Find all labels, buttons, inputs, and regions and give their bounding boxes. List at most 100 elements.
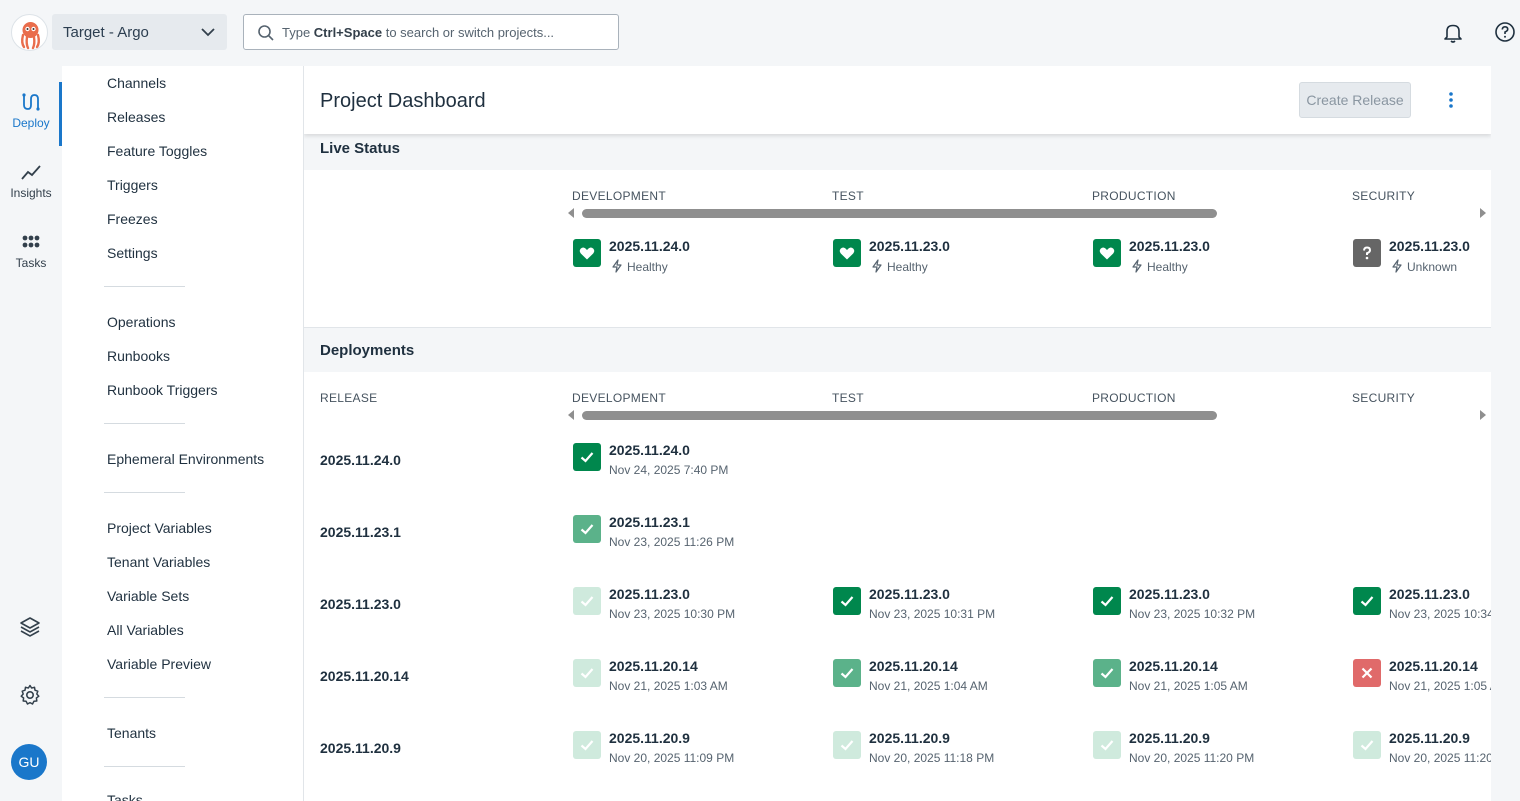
env-column-header: PRODUCTION <box>1092 391 1176 405</box>
insights-icon <box>0 162 62 182</box>
nav-tasks[interactable]: Tasks <box>0 232 62 270</box>
deployment-version[interactable]: 2025.11.23.0 <box>609 586 690 602</box>
avatar[interactable]: GU <box>11 744 47 780</box>
subnav-item-channels[interactable]: Channels <box>107 75 166 91</box>
subnav-item-runbooks[interactable]: Runbooks <box>107 348 170 364</box>
main-content: Project Dashboard Create Release Live St… <box>304 66 1491 801</box>
deployment-version[interactable]: 2025.11.23.0 <box>1389 586 1470 602</box>
success-check-icon[interactable] <box>1093 587 1121 615</box>
deployment-version[interactable]: 2025.11.20.14 <box>869 658 958 674</box>
subnav-item-freezes[interactable]: Freezes <box>107 211 158 227</box>
scroll-right-arrow[interactable] <box>1480 410 1486 420</box>
subnav-item-feature-toggles[interactable]: Feature Toggles <box>107 143 207 159</box>
create-release-button[interactable]: Create Release <box>1299 82 1411 118</box>
live-version[interactable]: 2025.11.23.0 <box>1389 238 1470 254</box>
success-check-icon[interactable] <box>833 659 861 687</box>
nav-deploy[interactable]: Deploy <box>0 92 62 130</box>
release-version-link[interactable]: 2025.11.20.14 <box>320 668 409 684</box>
healthy-heart-icon <box>573 239 601 267</box>
deployment-date: Nov 20, 2025 11:18 PM <box>869 751 995 765</box>
release-version-link[interactable]: 2025.11.20.9 <box>320 740 401 756</box>
subnav-item-ephemeral-environments[interactable]: Ephemeral Environments <box>107 451 264 467</box>
lightning-icon <box>1131 259 1143 278</box>
deployment-version[interactable]: 2025.11.20.9 <box>869 730 950 746</box>
success-check-icon[interactable] <box>833 731 861 759</box>
nav-insights[interactable]: Insights <box>0 162 62 200</box>
scroll-right-arrow[interactable] <box>1480 208 1486 218</box>
success-check-icon[interactable] <box>573 587 601 615</box>
page-title: Project Dashboard <box>320 90 486 112</box>
subnav-item-tasks[interactable]: Tasks <box>107 792 143 801</box>
failed-cross-icon[interactable] <box>1353 659 1381 687</box>
help-icon[interactable] <box>1494 21 1516 48</box>
more-options-icon[interactable] <box>1441 90 1461 115</box>
subnav-item-variable-sets[interactable]: Variable Sets <box>107 588 189 604</box>
chevron-down-icon <box>199 23 217 45</box>
deployment-version[interactable]: 2025.11.20.9 <box>1129 730 1210 746</box>
success-check-icon[interactable] <box>573 659 601 687</box>
deployment-version[interactable]: 2025.11.20.9 <box>609 730 690 746</box>
gear-icon[interactable] <box>18 683 42 712</box>
deployment-date: Nov 20, 2025 11:20 PM <box>1129 751 1255 765</box>
horizontal-scrollbar[interactable] <box>582 411 1217 420</box>
subnav-item-releases[interactable]: Releases <box>107 109 165 125</box>
success-check-icon[interactable] <box>573 515 601 543</box>
scroll-left-arrow[interactable] <box>568 410 574 420</box>
search-input[interactable]: Type Ctrl+Space to search or switch proj… <box>243 14 619 50</box>
subnav-item-runbook-triggers[interactable]: Runbook Triggers <box>107 382 218 398</box>
deployment-date: Nov 23, 2025 10:30 PM <box>609 607 736 621</box>
subnav-item-project-variables[interactable]: Project Variables <box>107 520 212 536</box>
deployments-header: Deployments <box>304 328 1491 372</box>
success-check-icon[interactable] <box>1093 731 1121 759</box>
subnav-item-operations[interactable]: Operations <box>107 314 175 330</box>
release-column-header: RELEASE <box>320 391 378 405</box>
scroll-left-arrow[interactable] <box>568 208 574 218</box>
live-version[interactable]: 2025.11.23.0 <box>1129 238 1210 254</box>
deployment-date: Nov 21, 2025 1:05 AM <box>1129 679 1248 693</box>
project-subnav: Channels Releases Feature Toggles Trigge… <box>62 66 304 801</box>
deployment-version[interactable]: 2025.11.20.9 <box>1389 730 1470 746</box>
deployment-version[interactable]: 2025.11.23.0 <box>869 586 950 602</box>
deployment-version[interactable]: 2025.11.24.0 <box>609 442 690 458</box>
subnav-item-triggers[interactable]: Triggers <box>107 177 158 193</box>
deployment-date: Nov 24, 2025 7:40 PM <box>609 463 729 477</box>
subnav-item-tenants[interactable]: Tenants <box>107 725 156 741</box>
bell-icon[interactable] <box>1442 21 1464 48</box>
subnav-item-all-variables[interactable]: All Variables <box>107 622 184 638</box>
success-check-icon[interactable] <box>573 731 601 759</box>
subnav-item-settings[interactable]: Settings <box>107 245 158 261</box>
search-icon <box>257 24 275 45</box>
release-version-link[interactable]: 2025.11.23.1 <box>320 524 401 540</box>
env-column-header: SECURITY <box>1352 189 1416 203</box>
release-version-link[interactable]: 2025.11.24.0 <box>320 452 401 468</box>
top-bar: Target - Argo Type Ctrl+Space to search … <box>0 0 1520 66</box>
deployment-version[interactable]: 2025.11.23.0 <box>1129 586 1210 602</box>
lightning-icon <box>871 259 883 278</box>
project-name: Target - Argo <box>63 23 149 41</box>
horizontal-scrollbar[interactable] <box>582 209 1217 218</box>
subnav-item-tenant-variables[interactable]: Tenant Variables <box>107 554 210 570</box>
success-check-icon[interactable] <box>1093 659 1121 687</box>
success-check-icon[interactable] <box>573 443 601 471</box>
octopus-logo[interactable] <box>11 14 48 51</box>
deployment-version[interactable]: 2025.11.20.14 <box>1129 658 1218 674</box>
live-version[interactable]: 2025.11.24.0 <box>609 238 690 254</box>
success-check-icon[interactable] <box>833 587 861 615</box>
env-column-header: PRODUCTION <box>1092 189 1176 203</box>
deployment-date: Nov 20, 2025 11:20 <box>1389 751 1491 765</box>
success-check-icon[interactable] <box>1353 587 1381 615</box>
nav-insights-label: Insights <box>10 186 52 200</box>
project-switcher[interactable]: Target - Argo <box>52 14 227 50</box>
live-version[interactable]: 2025.11.23.0 <box>869 238 950 254</box>
deploy-icon <box>0 92 62 112</box>
deployment-version[interactable]: 2025.11.20.14 <box>609 658 698 674</box>
deployment-date: Nov 23, 2025 11:26 PM <box>609 535 735 549</box>
success-check-icon[interactable] <box>1353 731 1381 759</box>
live-status-header: Live Status <box>304 134 1491 170</box>
subnav-item-variable-preview[interactable]: Variable Preview <box>107 656 211 672</box>
lightning-icon <box>1391 259 1403 278</box>
release-version-link[interactable]: 2025.11.23.0 <box>320 596 401 612</box>
deployment-version[interactable]: 2025.11.20.14 <box>1389 658 1478 674</box>
deployment-version[interactable]: 2025.11.23.1 <box>609 514 690 530</box>
layers-icon[interactable] <box>18 615 42 644</box>
